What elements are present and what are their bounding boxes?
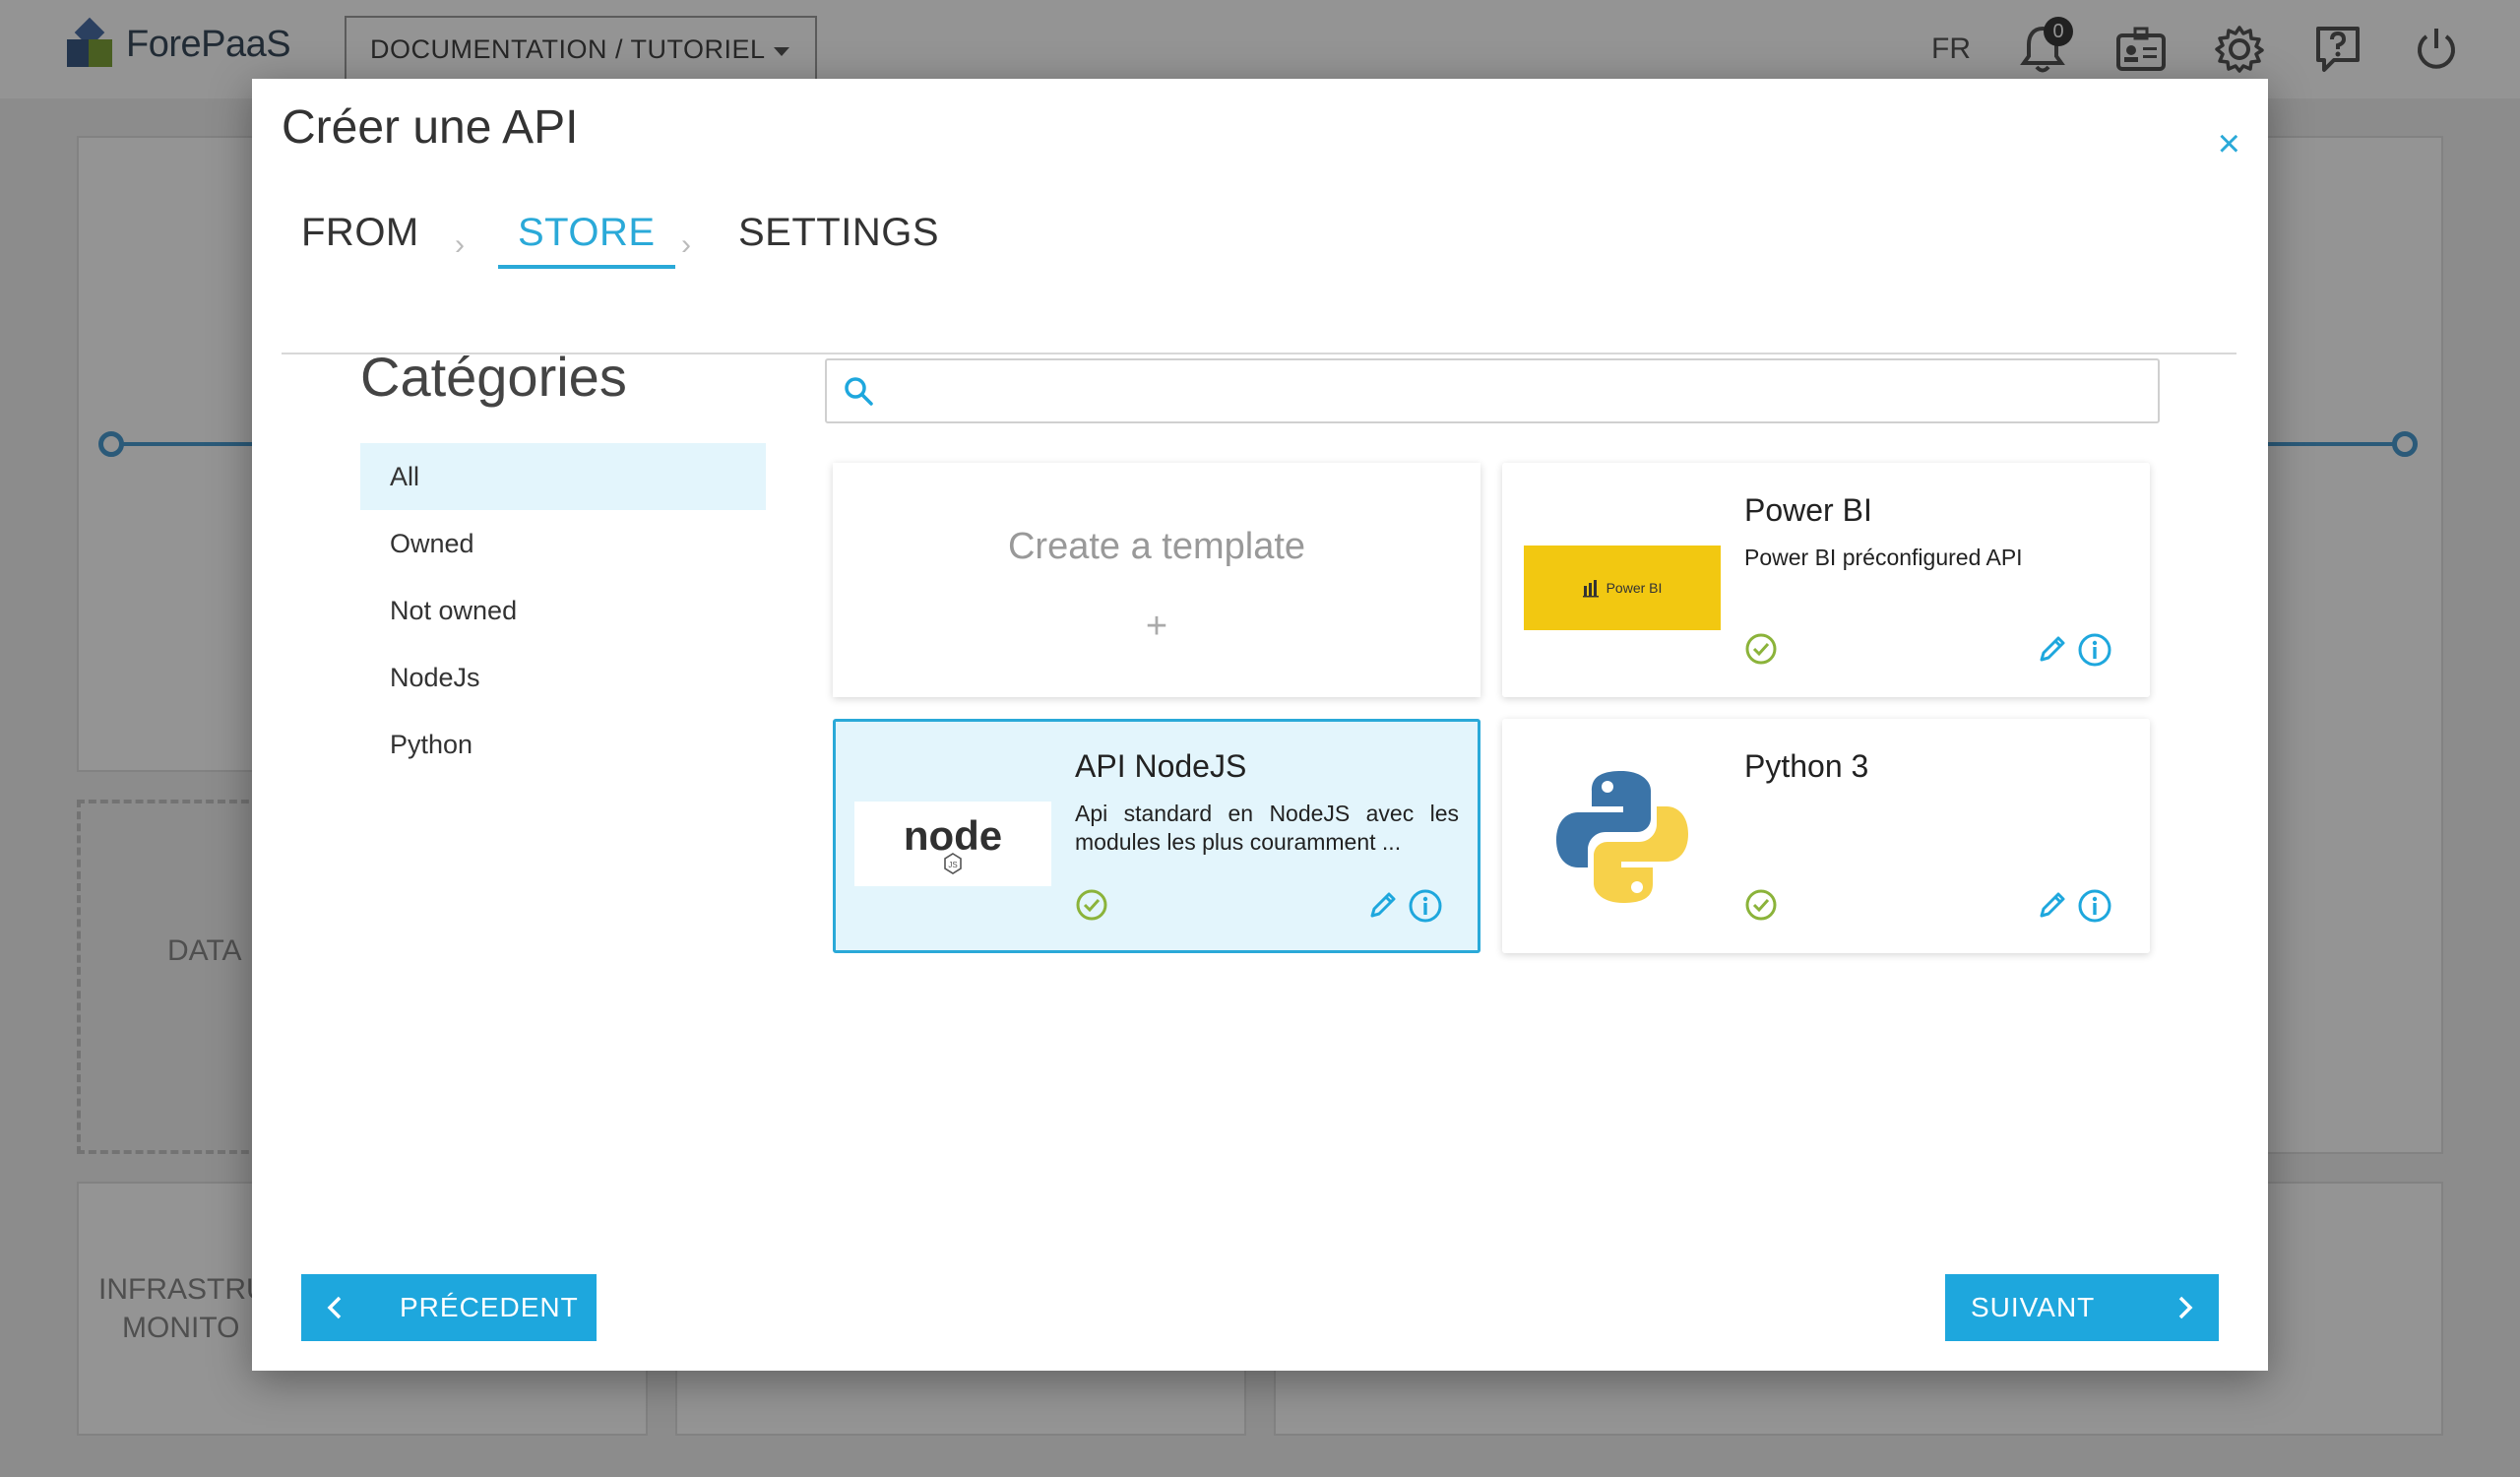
template-description: Power BI préconfigured API — [1744, 545, 2023, 570]
template-card-python[interactable]: Python 3 — [1502, 719, 2150, 953]
info-icon[interactable] — [1408, 888, 1443, 924]
template-name: API NodeJS — [1075, 748, 1247, 784]
close-icon[interactable]: × — [2218, 124, 2240, 163]
powerbi-logo: Power BI — [1524, 546, 1721, 630]
step-from[interactable]: FROM — [282, 211, 439, 261]
chevron-left-icon — [327, 1296, 342, 1319]
pencil-icon[interactable] — [2036, 888, 2069, 922]
powerbi-logo-text: Power BI — [1606, 580, 1663, 596]
check-circle-icon — [1745, 889, 1777, 921]
modal-title: Créer une API — [282, 101, 579, 154]
previous-button[interactable]: PRÉCEDENT — [301, 1274, 597, 1341]
wizard-steps: FROM › STORE › SETTINGS — [282, 211, 2236, 354]
create-api-modal: Créer une API × FROM › STORE › SETTINGS … — [252, 79, 2268, 1371]
template-name: Power BI — [1744, 492, 1872, 528]
chevron-right-icon — [2178, 1296, 2193, 1319]
plus-icon: + — [1145, 605, 1168, 647]
category-not-owned[interactable]: Not owned — [360, 577, 766, 644]
info-icon[interactable] — [2077, 888, 2112, 924]
category-nodejs[interactable]: NodeJs — [360, 644, 766, 711]
category-owned[interactable]: Owned — [360, 510, 766, 577]
python-icon — [1556, 771, 1688, 903]
nodejs-icon: node JS — [904, 812, 1002, 874]
previous-button-label: PRÉCEDENT — [400, 1292, 579, 1322]
template-card-nodejs[interactable]: node JS API NodeJS Api standard en NodeJ… — [833, 719, 1480, 953]
pencil-icon[interactable] — [2036, 632, 2069, 666]
svg-text:JS: JS — [948, 861, 957, 869]
template-description: Api standard en NodeJS avec les modules … — [1075, 801, 1459, 855]
search-input[interactable] — [874, 360, 2158, 421]
next-button-label: SUIVANT — [1971, 1292, 2096, 1322]
next-button[interactable]: SUIVANT — [1945, 1274, 2219, 1341]
python-logo — [1524, 758, 1721, 916]
check-circle-icon — [1745, 633, 1777, 665]
step-chevron-icon: › — [455, 228, 465, 261]
step-settings[interactable]: SETTINGS — [719, 211, 959, 261]
info-icon[interactable] — [2077, 632, 2112, 668]
template-search[interactable] — [825, 358, 2160, 423]
category-all[interactable]: All — [360, 443, 766, 510]
step-chevron-icon: › — [681, 228, 691, 261]
template-card-powerbi[interactable]: Power BI Power BI Power BI préconfigured… — [1502, 463, 2150, 697]
pencil-icon[interactable] — [1366, 888, 1400, 922]
powerbi-icon — [1582, 580, 1599, 598]
nodejs-logo: node JS — [854, 802, 1051, 886]
check-circle-icon — [1076, 889, 1107, 921]
search-icon — [845, 377, 873, 406]
create-template-label: Create a template — [1007, 525, 1306, 567]
categories-title: Catégories — [360, 346, 627, 408]
categories-list: All Owned Not owned NodeJs Python — [360, 443, 766, 778]
step-store[interactable]: STORE — [498, 211, 675, 269]
nodejs-logo-text: node — [904, 812, 1002, 859]
create-template-card[interactable]: Create a template + — [833, 463, 1480, 697]
template-name: Python 3 — [1744, 748, 1869, 784]
category-python[interactable]: Python — [360, 711, 766, 778]
